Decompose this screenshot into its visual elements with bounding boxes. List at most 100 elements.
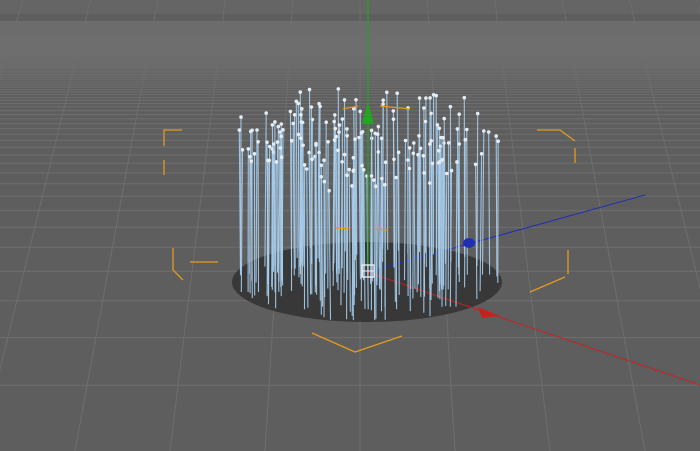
particle-dot bbox=[422, 106, 426, 110]
particle-stream bbox=[395, 177, 398, 310]
particle-dot bbox=[372, 178, 376, 182]
particle-dot bbox=[298, 90, 303, 94]
particle-dot bbox=[383, 160, 388, 164]
particle-dot bbox=[374, 184, 378, 188]
particle-dot bbox=[385, 90, 389, 95]
particle-dot bbox=[275, 140, 280, 144]
particle-dot bbox=[304, 167, 309, 171]
particle-dot bbox=[292, 113, 297, 117]
particle-dot bbox=[324, 120, 329, 124]
particle-stream bbox=[315, 145, 318, 295]
particle-dot bbox=[334, 134, 339, 139]
particle-dot bbox=[299, 113, 303, 117]
particle-dot bbox=[428, 181, 432, 185]
particle-dot bbox=[288, 109, 293, 114]
particle-dot bbox=[441, 135, 445, 140]
particle-dot bbox=[494, 134, 499, 138]
particle-dot bbox=[337, 130, 341, 134]
particle-stream bbox=[495, 136, 498, 277]
particle-dot bbox=[380, 176, 384, 181]
particle-dot bbox=[457, 112, 462, 116]
particle-dot bbox=[299, 120, 304, 124]
particle-dot bbox=[407, 146, 412, 150]
particle-dot bbox=[336, 148, 340, 153]
particle-dot bbox=[345, 173, 349, 177]
particle-dot bbox=[381, 102, 385, 106]
particle-dot bbox=[340, 160, 344, 164]
particle-dot bbox=[448, 104, 453, 109]
particle-dot bbox=[250, 128, 254, 133]
particle-dot bbox=[307, 87, 312, 92]
particle-dot bbox=[473, 162, 478, 167]
particle-dot bbox=[369, 174, 374, 178]
particle-dot bbox=[455, 127, 460, 131]
particle-dot bbox=[333, 126, 338, 131]
z-axis-handle-icon[interactable] bbox=[463, 238, 475, 248]
particle-dot bbox=[429, 111, 433, 116]
particle-stream bbox=[297, 134, 300, 278]
particle-dot bbox=[437, 148, 441, 153]
particle-dot bbox=[252, 152, 257, 156]
particle-dot bbox=[271, 142, 276, 146]
particle-dot bbox=[302, 163, 307, 167]
particle-dot bbox=[256, 140, 260, 144]
particle-dot bbox=[350, 184, 354, 188]
particle-dot bbox=[430, 161, 435, 166]
particle-stream bbox=[335, 136, 338, 283]
particle-dot bbox=[428, 96, 432, 100]
particle-dot bbox=[354, 98, 358, 102]
particle-dot bbox=[322, 158, 326, 162]
particle-dot bbox=[337, 123, 342, 127]
particle-dot bbox=[299, 136, 303, 140]
particle-dot bbox=[265, 140, 269, 145]
particle-dot bbox=[314, 143, 318, 147]
particle-dot bbox=[351, 169, 356, 173]
particle-dot bbox=[249, 159, 254, 163]
particle-stream bbox=[325, 122, 327, 274]
horizon-haze bbox=[0, 0, 700, 14]
particle-dot bbox=[376, 150, 381, 154]
particle-dot bbox=[486, 130, 491, 134]
particle-dot bbox=[267, 158, 272, 163]
particle-dot bbox=[360, 130, 365, 134]
particle-stream bbox=[343, 154, 346, 293]
particle-dot bbox=[300, 107, 304, 111]
particle-dot bbox=[462, 95, 467, 100]
particle-dot bbox=[289, 138, 294, 143]
particle-stream bbox=[376, 134, 379, 286]
particle-dot bbox=[307, 150, 311, 155]
particle-dot bbox=[438, 144, 443, 149]
particle-stream bbox=[382, 104, 384, 262]
particle-dot bbox=[333, 113, 337, 117]
particle-dot bbox=[345, 127, 349, 131]
particle-dot bbox=[417, 96, 422, 100]
particle-dot bbox=[421, 153, 426, 158]
particle-dot bbox=[429, 139, 434, 143]
particle-dot bbox=[340, 117, 345, 121]
particle-dot bbox=[391, 117, 396, 121]
particle-dot bbox=[383, 182, 387, 187]
particle-dot bbox=[418, 146, 423, 151]
viewport-canvas[interactable] bbox=[0, 0, 700, 451]
particle-dot bbox=[424, 96, 428, 100]
particle-dot bbox=[267, 144, 272, 149]
particle-dot bbox=[376, 124, 381, 129]
particle-dot bbox=[435, 123, 440, 127]
particle-dot bbox=[422, 171, 426, 175]
particle-dot bbox=[281, 128, 285, 132]
3d-viewport[interactable] bbox=[0, 0, 700, 451]
particle-stream bbox=[267, 160, 270, 305]
particle-stream bbox=[447, 142, 450, 290]
particle-dot bbox=[446, 141, 451, 145]
particle-dot bbox=[482, 129, 486, 133]
particle-dot bbox=[318, 104, 322, 109]
particle-dot bbox=[345, 133, 349, 138]
particle-dot bbox=[278, 146, 283, 150]
particle-dot bbox=[237, 128, 242, 132]
particle-dot bbox=[395, 91, 400, 95]
particle-dot bbox=[392, 157, 396, 162]
particle-dot bbox=[342, 98, 347, 102]
particle-dot bbox=[296, 132, 301, 137]
particle-dot bbox=[428, 142, 432, 146]
particle-dot bbox=[240, 148, 245, 152]
